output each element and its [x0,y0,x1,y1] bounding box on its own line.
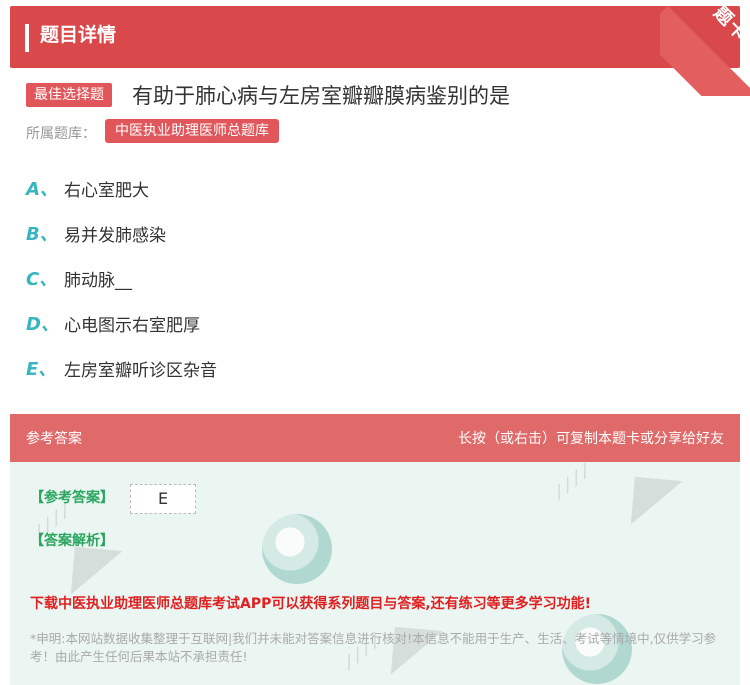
option-letter: A、 [26,179,58,200]
answer-header-title: 参考答案 [26,431,82,447]
library-label: 所属题库： [26,126,96,142]
option-d[interactable]: D、 心电图示右室肥厚 [26,308,200,338]
option-b[interactable]: B、 易并发肺感染 [26,218,166,248]
library-link[interactable]: 中医执业助理医师总题库 [105,119,279,143]
option-text: 右心室肥大 [64,180,149,201]
reference-answer-value: E [130,484,196,514]
question-type-badge: 最佳选择题 [26,83,112,107]
title-bar: 题目详情 [10,6,740,68]
question-text: 有助于肺心病与左房室瓣瓣膜病鉴别的是 [132,84,510,108]
option-c[interactable]: C、 肺动脉__ [26,263,132,293]
title-accent-bar [25,24,29,52]
page-title: 题目详情 [40,24,117,46]
option-letter: E、 [26,359,57,380]
option-text: 易并发肺感染 [64,225,166,246]
watermark-logo-icon [262,514,332,584]
disclaimer-text: *申明:本网站数据收集整理于互联网|我们并未能对答案信息进行核对!本信息不能用于… [30,631,717,664]
option-text: 左房室瓣听诊区杂音 [64,360,217,381]
option-letter: D、 [26,314,59,335]
option-letter: B、 [26,224,58,245]
answer-header: 参考答案 长按（或右击）可复制本题卡或分享给好友 [10,414,740,462]
watermark-text: ⟋⟋⟋⟋ [548,462,596,504]
option-text: 心电图示右室肥厚 [64,315,200,336]
watermark-glyph: ◢◣ [601,462,687,529]
share-hint: 长按（或右击）可复制本题卡或分享给好友 [458,431,724,447]
option-text: 肺动脉__ [64,270,132,291]
explanation-label: 【答案解析】 [30,533,114,549]
option-letter: C、 [26,269,58,290]
option-e[interactable]: E、 左房室瓣听诊区杂音 [26,353,217,383]
app-download-link[interactable]: 下载中医执业助理医师总题库考试APP可以获得系列题目与答案,还有练习等更多学习功… [30,593,591,613]
option-a[interactable]: A、 右心室肥大 [26,173,149,203]
reference-answer-label: 【参考答案】 [30,490,114,506]
